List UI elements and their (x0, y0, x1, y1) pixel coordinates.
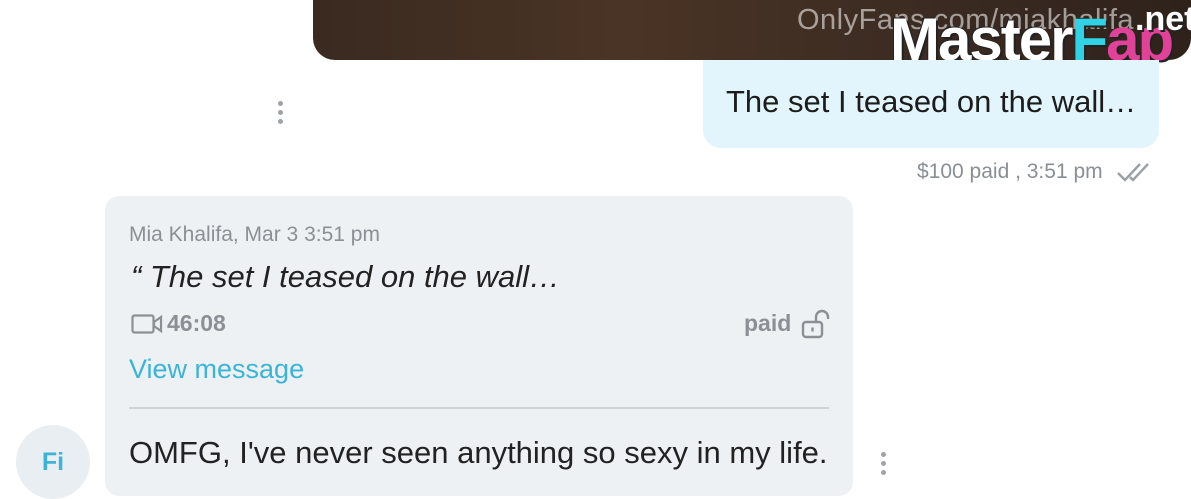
video-duration: 46:08 (167, 310, 226, 336)
unlock-icon (801, 309, 830, 339)
quote-divider (129, 407, 829, 409)
video-icon (131, 314, 163, 334)
reply-message-text: OMFG, I've never seen anything so sexy i… (129, 435, 828, 470)
quoted-message-meta: Mia Khalifa, Mar 3 3:51 pm (129, 223, 380, 246)
paid-label: paid (744, 310, 792, 336)
outgoing-message-text: The set I teased on the wall… (726, 84, 1137, 119)
outgoing-message-options-icon[interactable] (278, 101, 284, 128)
view-message-link[interactable]: View message (129, 354, 304, 385)
avatar[interactable]: Fi (16, 425, 90, 499)
double-check-icon (1117, 163, 1149, 182)
message-status: $100 paid , 3:51 pm (917, 160, 1103, 183)
reply-message-options-icon[interactable] (881, 452, 887, 479)
quoted-message-text: “ The set I teased on the wall… (131, 259, 561, 294)
site-logo-suffix: .net (1135, 0, 1191, 38)
